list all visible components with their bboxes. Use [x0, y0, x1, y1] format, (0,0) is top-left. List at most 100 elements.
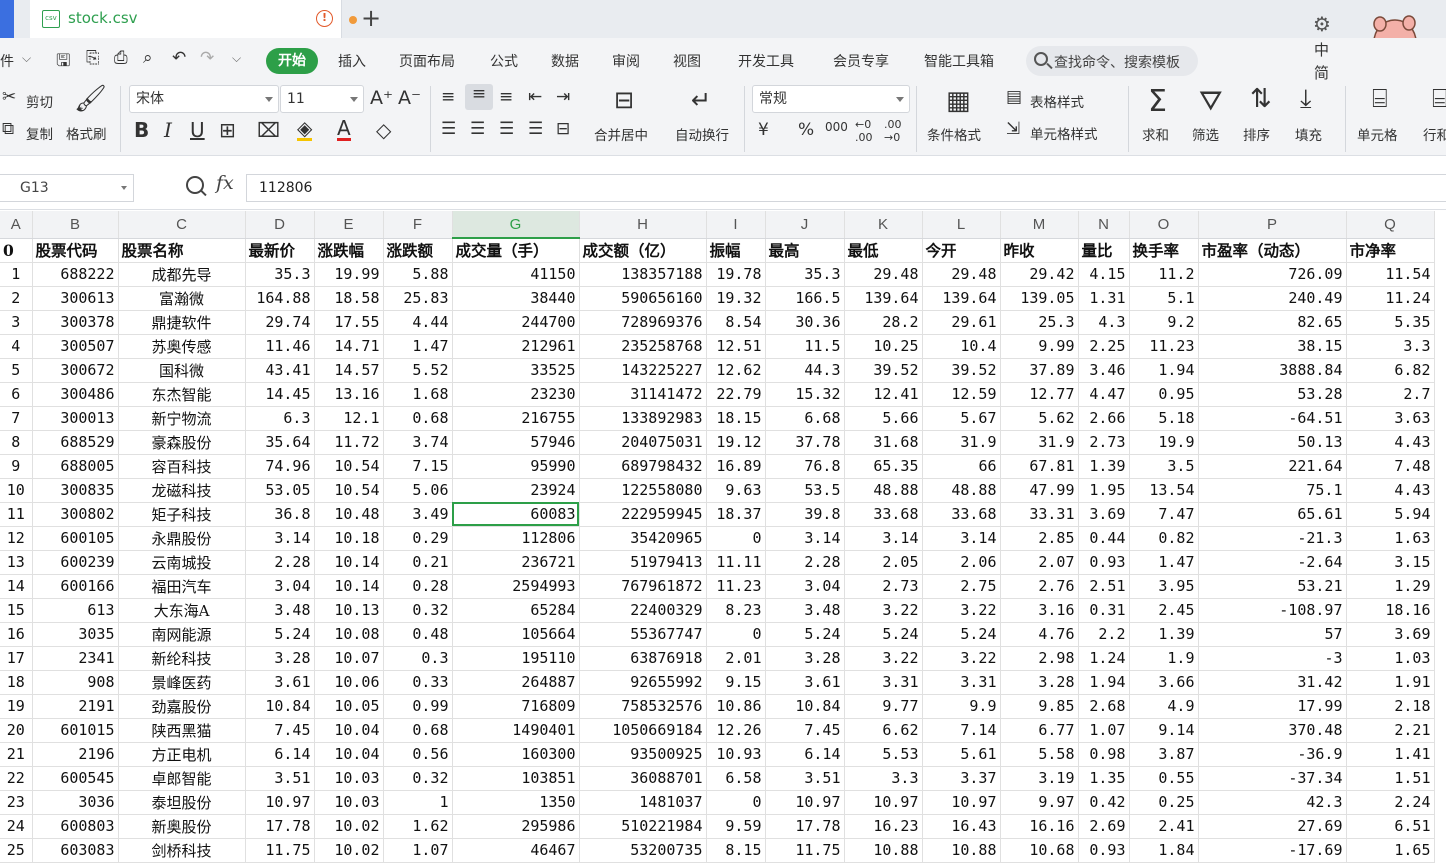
formula-input[interactable]: 112806: [246, 174, 1446, 202]
data-cell[interactable]: 10.4: [922, 334, 1001, 359]
header-cell[interactable]: 涨跌幅: [314, 238, 384, 263]
menu-smart-toolbox[interactable]: 智能工具箱: [924, 51, 994, 71]
data-cell[interactable]: 688005: [32, 454, 119, 479]
data-cell[interactable]: 19.32: [706, 286, 766, 311]
data-cell[interactable]: 600239: [32, 550, 119, 575]
column-header-f[interactable]: F: [383, 211, 453, 239]
underline-icon[interactable]: U: [190, 118, 205, 142]
data-cell[interactable]: 716809: [452, 694, 580, 719]
row-index-cell[interactable]: 24: [0, 814, 33, 839]
format-painter-button[interactable]: 格式刷: [66, 123, 107, 143]
data-cell[interactable]: 65.61: [1198, 502, 1347, 527]
data-cell[interactable]: 3.14: [245, 526, 315, 551]
data-cell[interactable]: 33.31: [1000, 502, 1079, 527]
stock-name-cell[interactable]: 大东海A: [118, 598, 246, 623]
data-cell[interactable]: 6.58: [706, 766, 766, 791]
data-cell[interactable]: 3.19: [1000, 766, 1079, 791]
column-header-j[interactable]: J: [765, 211, 845, 239]
menu-start[interactable]: 开始: [266, 48, 318, 74]
export-icon[interactable]: ⎘: [86, 48, 100, 68]
data-cell[interactable]: 0: [706, 622, 766, 647]
column-header-i[interactable]: I: [706, 211, 766, 239]
data-cell[interactable]: 601015: [32, 718, 119, 743]
data-cell[interactable]: 2.73: [844, 574, 923, 599]
row-index-cell[interactable]: 9: [0, 454, 33, 479]
sort-button[interactable]: 排序: [1243, 124, 1270, 144]
stock-name-cell[interactable]: 豪森股份: [118, 430, 246, 455]
data-cell[interactable]: 300507: [32, 334, 119, 359]
data-cell[interactable]: 1.65: [1346, 838, 1435, 863]
data-cell[interactable]: 2.76: [1000, 574, 1079, 599]
data-cell[interactable]: 3.63: [1346, 406, 1435, 431]
data-cell[interactable]: 264887: [452, 670, 580, 695]
data-cell[interactable]: 5.52: [383, 358, 453, 383]
row-index-cell[interactable]: 11: [0, 502, 33, 527]
data-cell[interactable]: 3.28: [1000, 670, 1079, 695]
stock-name-cell[interactable]: 东杰智能: [118, 382, 246, 407]
data-cell[interactable]: 33525: [452, 358, 580, 383]
data-cell[interactable]: 240.49: [1198, 286, 1347, 311]
scissors-icon[interactable]: ✂: [2, 87, 16, 107]
data-cell[interactable]: 7.45: [765, 718, 845, 743]
data-cell[interactable]: 10.13: [314, 598, 384, 623]
data-cell[interactable]: 9.77: [844, 694, 923, 719]
data-cell[interactable]: 600105: [32, 526, 119, 551]
print-preview-icon[interactable]: ⌕: [143, 48, 153, 68]
data-cell[interactable]: 11.75: [765, 838, 845, 863]
chevron-down-icon[interactable]: ⌵: [22, 51, 31, 66]
data-cell[interactable]: 18.58: [314, 286, 384, 311]
data-cell[interactable]: 2341: [32, 646, 119, 671]
data-cell[interactable]: 10.04: [314, 718, 384, 743]
data-cell[interactable]: 3.14: [765, 526, 845, 551]
data-cell[interactable]: 5.24: [922, 622, 1001, 647]
data-cell[interactable]: 2.69: [1078, 814, 1130, 839]
data-cell[interactable]: 29.74: [245, 310, 315, 335]
data-cell[interactable]: 16.23: [844, 814, 923, 839]
data-cell[interactable]: 9.2: [1129, 310, 1199, 335]
data-cell[interactable]: 55367747: [579, 622, 707, 647]
data-cell[interactable]: 1.24: [1078, 646, 1130, 671]
data-cell[interactable]: 0.98: [1078, 742, 1130, 767]
data-cell[interactable]: 36.8: [245, 502, 315, 527]
data-cell[interactable]: 10.88: [922, 838, 1001, 863]
data-cell[interactable]: 2.66: [1078, 406, 1130, 431]
data-cell[interactable]: 93500925: [579, 742, 707, 767]
data-cell[interactable]: 3.69: [1078, 502, 1130, 527]
data-cell[interactable]: 92655992: [579, 670, 707, 695]
data-cell[interactable]: 0.48: [383, 622, 453, 647]
data-cell[interactable]: 13.16: [314, 382, 384, 407]
data-cell[interactable]: 1050669184: [579, 718, 707, 743]
data-cell[interactable]: 31.42: [1198, 670, 1347, 695]
data-cell[interactable]: 1.35: [1078, 766, 1130, 791]
row-index-cell[interactable]: 25: [0, 838, 33, 863]
data-cell[interactable]: 2.06: [922, 550, 1001, 575]
data-cell[interactable]: 2.28: [765, 550, 845, 575]
column-header-a[interactable]: A: [0, 211, 33, 239]
data-cell[interactable]: 2191: [32, 694, 119, 719]
row-index-cell[interactable]: 4: [0, 334, 33, 359]
row-index-cell[interactable]: 12: [0, 526, 33, 551]
name-box[interactable]: G13: [0, 174, 134, 202]
data-cell[interactable]: 4.47: [1078, 382, 1130, 407]
data-cell[interactable]: 10.97: [922, 790, 1001, 815]
data-cell[interactable]: 10.84: [245, 694, 315, 719]
data-cell[interactable]: 6.62: [844, 718, 923, 743]
data-cell[interactable]: 0.68: [383, 406, 453, 431]
column-header-p[interactable]: P: [1198, 211, 1347, 239]
header-cell[interactable]: 振幅: [706, 238, 766, 263]
header-cell[interactable]: 成交量（手）: [452, 238, 580, 263]
data-cell[interactable]: 65284: [452, 598, 580, 623]
bold-icon[interactable]: B: [134, 118, 149, 142]
undo-icon[interactable]: ↶: [172, 48, 186, 68]
data-cell[interactable]: 105664: [452, 622, 580, 647]
data-cell[interactable]: 3.22: [844, 598, 923, 623]
data-cell[interactable]: 10.93: [706, 742, 766, 767]
font-color-icon[interactable]: A: [337, 118, 351, 141]
data-cell[interactable]: 3.51: [245, 766, 315, 791]
data-cell[interactable]: -17.69: [1198, 838, 1347, 863]
number-format-select[interactable]: 常规: [752, 85, 910, 113]
data-cell[interactable]: 244700: [452, 310, 580, 335]
data-cell[interactable]: 0.99: [383, 694, 453, 719]
data-cell[interactable]: 3.48: [245, 598, 315, 623]
data-cell[interactable]: 35.3: [765, 262, 845, 287]
